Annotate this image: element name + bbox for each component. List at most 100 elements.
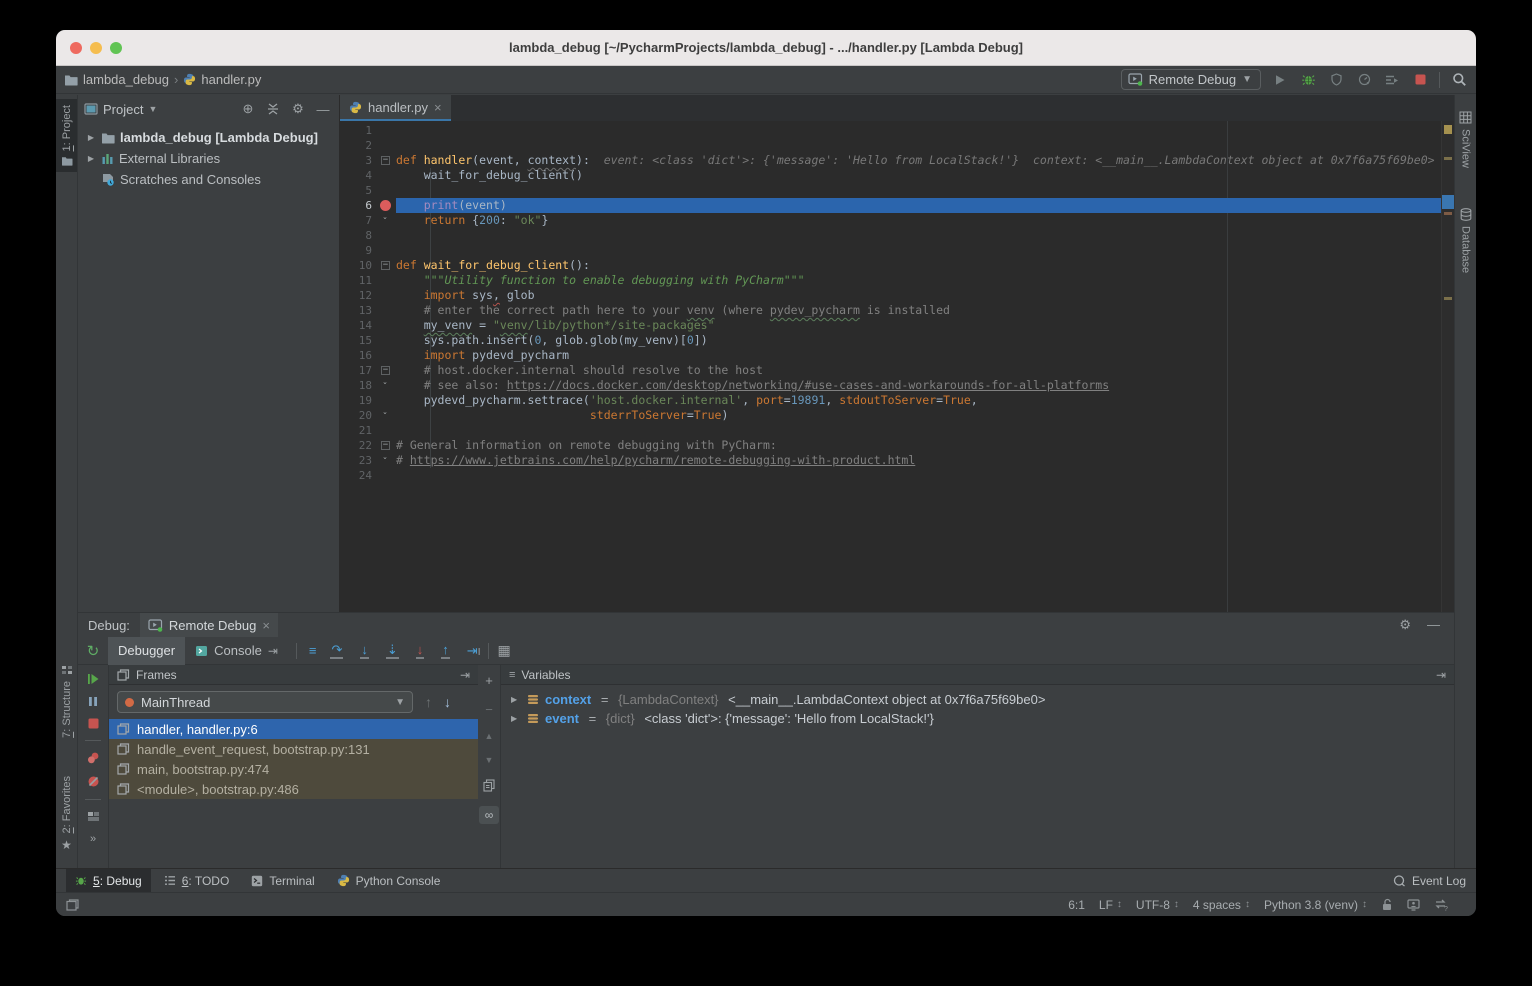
- fold-marker-icon[interactable]: −: [381, 366, 390, 375]
- variable-row[interactable]: ▶event = {dict} <class 'dict'>: {'messag…: [501, 709, 1454, 728]
- sidebar-item-structure[interactable]: 7: Structure: [56, 659, 77, 744]
- fold-marker-icon[interactable]: −: [381, 261, 390, 270]
- sidebar-item-database[interactable]: Database: [1455, 202, 1476, 279]
- breakpoint-icon[interactable]: [380, 200, 391, 211]
- gear-icon[interactable]: ⚙: [288, 101, 308, 117]
- close-session-icon[interactable]: ×: [262, 618, 270, 633]
- encoding-select[interactable]: UTF-8↕: [1136, 898, 1179, 912]
- profiler-button[interactable]: [1355, 73, 1373, 86]
- hide-variables-icon[interactable]: ⇥: [1436, 668, 1446, 682]
- editor-line[interactable]: 11 """Utility function to enable debuggi…: [340, 273, 1441, 288]
- stop-button[interactable]: [1411, 74, 1429, 85]
- evaluate-expression-icon[interactable]: ▦: [497, 642, 510, 659]
- editor-line[interactable]: 12 import sys, glob: [340, 288, 1441, 303]
- tab-console[interactable]: Console ⇥: [185, 637, 288, 665]
- collapse-all-icon[interactable]: [263, 103, 283, 115]
- expand-arrow-icon[interactable]: ▶: [511, 695, 521, 704]
- editor-line[interactable]: 9: [340, 243, 1441, 258]
- run-to-cursor-icon[interactable]: ⇥I: [467, 643, 481, 659]
- breadcrumb-file[interactable]: handler.py: [201, 72, 261, 87]
- resume-program-icon[interactable]: [87, 673, 99, 685]
- editor-line[interactable]: 2: [340, 138, 1441, 153]
- toolwindow-toggle-icon[interactable]: [66, 899, 79, 911]
- editor-line[interactable]: 24: [340, 468, 1441, 483]
- reader-mode-icon[interactable]: [1407, 899, 1420, 911]
- line-separator-select[interactable]: LF↕: [1099, 898, 1122, 912]
- move-down-icon[interactable]: ▼: [485, 755, 494, 765]
- chevron-right-icon[interactable]: ▶: [86, 154, 96, 163]
- sync-status-icon[interactable]: ?: [1434, 898, 1448, 911]
- editor-line[interactable]: 18ˇ # see also: https://docs.docker.com/…: [340, 378, 1441, 393]
- stop-icon[interactable]: [88, 718, 99, 729]
- sidebar-item-favorites[interactable]: 2: Favorites ★: [56, 770, 77, 858]
- editor-line[interactable]: 5: [340, 183, 1441, 198]
- sidebar-item-project[interactable]: 1: Project: [56, 99, 77, 172]
- move-up-icon[interactable]: ▲: [485, 731, 494, 741]
- minimize-window-button[interactable]: [90, 42, 102, 54]
- show-watches-toggle[interactable]: ∞: [479, 806, 499, 824]
- close-tab-icon[interactable]: ×: [434, 100, 442, 115]
- editor-line[interactable]: 20ˇ stderrToServer=True): [340, 408, 1441, 423]
- previous-frame-icon[interactable]: ↑: [425, 694, 432, 710]
- project-tree-item[interactable]: ▶lambda_debug [Lambda Debug]: [78, 127, 339, 148]
- variable-row[interactable]: ▶context = {LambdaContext} <__main__.Lam…: [501, 690, 1454, 709]
- editor-line[interactable]: 22−# General information on remote debug…: [340, 438, 1441, 453]
- stack-frame-row[interactable]: <module>, bootstrap.py:486: [109, 779, 478, 799]
- hide-panel-icon[interactable]: —: [1427, 617, 1440, 633]
- debug-button[interactable]: [1299, 73, 1317, 87]
- pause-program-icon[interactable]: [88, 696, 98, 707]
- editor-line[interactable]: 7ˇ return {200: "ok"}: [340, 213, 1441, 228]
- editor-line[interactable]: 10−def wait_for_debug_client():: [340, 258, 1441, 273]
- editor-line[interactable]: 14 my_venv = "venv/lib/python*/site-pack…: [340, 318, 1441, 333]
- editor-line[interactable]: 15 sys.path.insert(0, glob.glob(my_venv)…: [340, 333, 1441, 348]
- close-window-button[interactable]: [70, 42, 82, 54]
- caret-position[interactable]: 6:1: [1068, 898, 1085, 912]
- stack-frame-row[interactable]: handle_event_request, bootstrap.py:131: [109, 739, 478, 759]
- editor-line[interactable]: 13 # enter the correct path here to your…: [340, 303, 1441, 318]
- gear-icon[interactable]: ⚙: [1399, 617, 1411, 633]
- editor-line[interactable]: 6 print(event): [340, 198, 1441, 213]
- toolwindow-tab-terminal[interactable]: Terminal: [242, 869, 323, 893]
- remove-watch-icon[interactable]: −: [485, 702, 493, 717]
- run-with-coverage-button[interactable]: [1327, 73, 1345, 86]
- toolwindow-tab-debug[interactable]: 5: Debug: [66, 869, 151, 893]
- fold-marker-icon[interactable]: −: [381, 156, 390, 165]
- editor-line[interactable]: 8: [340, 228, 1441, 243]
- editor-line[interactable]: 3−def handler(event, context): event: <c…: [340, 153, 1441, 168]
- debug-session-tab[interactable]: Remote Debug ×: [140, 613, 278, 637]
- next-frame-icon[interactable]: ↓: [444, 694, 451, 710]
- duplicate-watch-icon[interactable]: [483, 779, 495, 792]
- project-tree-item[interactable]: ▶External Libraries: [78, 148, 339, 169]
- show-execution-point-icon[interactable]: ≡: [309, 643, 317, 658]
- more-actions-icon[interactable]: »: [90, 833, 96, 845]
- toolwindow-tab-todo[interactable]: 6: TODO: [155, 869, 239, 893]
- chevron-right-icon[interactable]: ▶: [86, 133, 96, 142]
- concurrency-diagram-button[interactable]: [1383, 74, 1401, 86]
- editor-line[interactable]: 1: [340, 123, 1441, 138]
- fold-marker-icon[interactable]: −: [381, 441, 390, 450]
- editor-line[interactable]: 19 pydevd_pycharm.settrace('host.docker.…: [340, 393, 1441, 408]
- hide-frames-icon[interactable]: ⇥: [460, 668, 470, 682]
- force-step-into-icon[interactable]: ⇣: [386, 643, 399, 659]
- add-watch-icon[interactable]: +: [485, 673, 493, 688]
- editor-line[interactable]: 21: [340, 423, 1441, 438]
- chevron-down-icon[interactable]: ▼: [148, 104, 157, 114]
- sidebar-item-sciview[interactable]: SciView: [1455, 105, 1476, 174]
- restore-layout-icon[interactable]: [87, 811, 100, 822]
- toolwindow-tab-python-console[interactable]: Python Console: [328, 869, 450, 893]
- event-log-button[interactable]: Event Log: [1393, 874, 1466, 888]
- tab-debugger[interactable]: Debugger: [108, 637, 185, 665]
- step-over-icon[interactable]: ↷: [330, 643, 343, 659]
- run-configuration-select[interactable]: Remote Debug ▼: [1121, 69, 1261, 90]
- new-console-icon[interactable]: ⇥: [268, 644, 278, 658]
- editor-line[interactable]: 16 import pydevd_pycharm: [340, 348, 1441, 363]
- project-panel-title[interactable]: Project: [103, 102, 143, 117]
- stack-frame-row[interactable]: handler, handler.py:6: [109, 719, 478, 739]
- zoom-window-button[interactable]: [110, 42, 122, 54]
- interpreter-select[interactable]: Python 3.8 (venv)↕: [1264, 898, 1367, 912]
- titlebar[interactable]: lambda_debug [~/PycharmProjects/lambda_d…: [56, 30, 1476, 66]
- thread-selector[interactable]: MainThread ▼: [117, 691, 413, 713]
- breadcrumb-project[interactable]: lambda_debug: [83, 72, 169, 87]
- step-into-my-code-icon[interactable]: ↓: [416, 643, 425, 659]
- editor-line[interactable]: 4 wait_for_debug_client(): [340, 168, 1441, 183]
